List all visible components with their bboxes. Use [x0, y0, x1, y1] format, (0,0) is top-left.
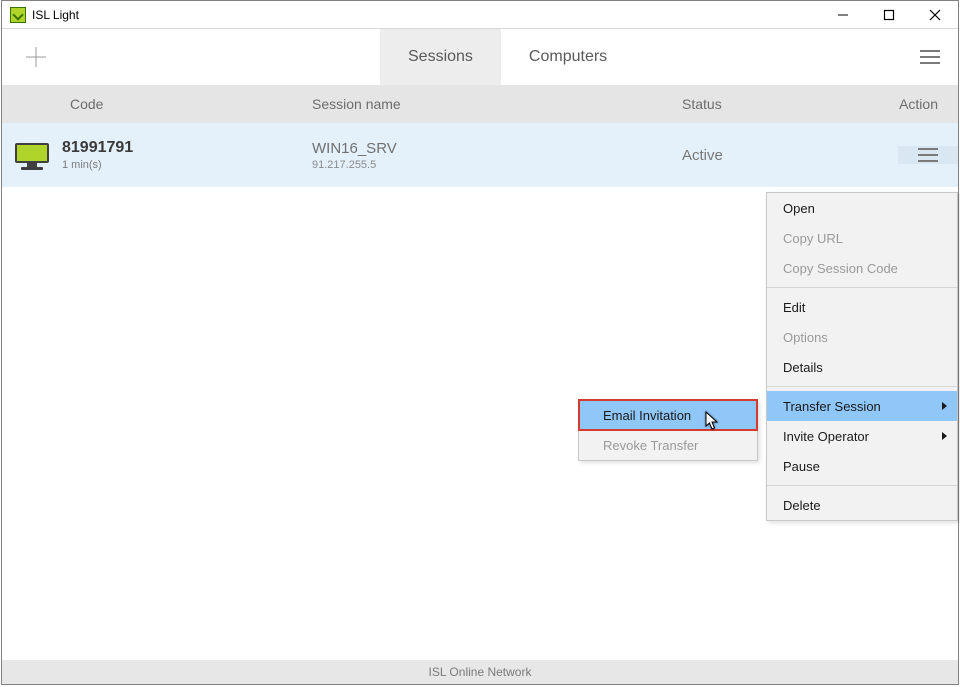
- ctx-separator: [767, 287, 957, 288]
- submenu-arrow-icon: [942, 402, 947, 410]
- hamburger-icon: [918, 48, 942, 66]
- ctx-label: Transfer Session: [783, 399, 881, 414]
- session-name-cell: WIN16_SRV 91.217.255.5: [312, 140, 682, 171]
- col-status: Status: [682, 96, 852, 112]
- session-action-button[interactable]: [898, 146, 958, 164]
- ctx-details[interactable]: Details: [767, 352, 957, 382]
- session-ip: 91.217.255.5: [312, 159, 682, 171]
- session-code: 81991791: [62, 139, 312, 157]
- tab-sessions[interactable]: Sessions: [380, 29, 501, 85]
- session-age: 1 min(s): [62, 159, 312, 171]
- minimize-icon: [837, 9, 849, 21]
- submenu-arrow-icon: [942, 432, 947, 440]
- session-context-menu: Open Copy URL Copy Session Code Edit Opt…: [766, 192, 958, 521]
- ctx-label: Copy URL: [783, 231, 843, 246]
- ctx-label: Delete: [783, 498, 821, 513]
- ctx-options[interactable]: Options: [767, 322, 957, 352]
- close-button[interactable]: [912, 1, 958, 29]
- ctx-copy-code[interactable]: Copy Session Code: [767, 253, 957, 283]
- main-tabs: Sessions Computers: [380, 29, 635, 85]
- hamburger-icon: [916, 146, 940, 164]
- session-status: Active: [682, 147, 852, 164]
- ctx-copy-url[interactable]: Copy URL: [767, 223, 957, 253]
- monitor-icon: [15, 143, 49, 167]
- session-row[interactable]: 81991791 1 min(s) WIN16_SRV 91.217.255.5…: [2, 123, 958, 187]
- titlebar: ISL Light: [2, 1, 958, 29]
- new-session-button[interactable]: [2, 29, 70, 85]
- app-window: ISL Light Sessions Computers: [1, 0, 959, 685]
- ctx-label: Copy Session Code: [783, 261, 898, 276]
- column-headers: Code Session name Status Action: [2, 85, 958, 123]
- session-action-cell: [852, 146, 958, 164]
- ctx-pause[interactable]: Pause: [767, 451, 957, 481]
- plus-icon: [24, 45, 48, 69]
- toolbar: Sessions Computers: [2, 29, 958, 85]
- session-icon-cell: [2, 143, 62, 167]
- ctx-label: Details: [783, 360, 823, 375]
- ctx-separator: [767, 386, 957, 387]
- col-name: Session name: [312, 96, 682, 112]
- ctx-separator: [767, 485, 957, 486]
- ctx-label: Pause: [783, 459, 820, 474]
- maximize-icon: [883, 9, 895, 21]
- status-text: ISL Online Network: [429, 665, 532, 679]
- ctx-open[interactable]: Open: [767, 193, 957, 223]
- app-icon: [10, 7, 26, 23]
- ctx-label: Revoke Transfer: [603, 438, 698, 453]
- ctx-label: Options: [783, 330, 828, 345]
- ctx-transfer-session[interactable]: Transfer Session: [767, 391, 957, 421]
- session-code-cell: 81991791 1 min(s): [62, 139, 312, 171]
- col-action: Action: [852, 96, 958, 112]
- tab-label: Sessions: [408, 48, 473, 66]
- tab-computers[interactable]: Computers: [501, 29, 635, 85]
- ctx-edit[interactable]: Edit: [767, 292, 957, 322]
- ctx-delete[interactable]: Delete: [767, 490, 957, 520]
- maximize-button[interactable]: [866, 1, 912, 29]
- tab-label: Computers: [529, 48, 607, 66]
- ctx-label: Email Invitation: [603, 408, 691, 423]
- session-name: WIN16_SRV: [312, 140, 682, 157]
- minimize-button[interactable]: [820, 1, 866, 29]
- main-menu-button[interactable]: [902, 29, 958, 85]
- ctx-label: Edit: [783, 300, 805, 315]
- close-icon: [929, 9, 941, 21]
- col-code: Code: [2, 96, 312, 112]
- sub-email-invitation[interactable]: Email Invitation: [579, 400, 757, 430]
- ctx-invite-operator[interactable]: Invite Operator: [767, 421, 957, 451]
- sub-revoke-transfer[interactable]: Revoke Transfer: [579, 430, 757, 460]
- window-title: ISL Light: [32, 8, 79, 22]
- status-bar: ISL Online Network: [2, 660, 958, 684]
- transfer-submenu: Email Invitation Revoke Transfer: [578, 399, 758, 461]
- ctx-label: Open: [783, 201, 815, 216]
- ctx-label: Invite Operator: [783, 429, 869, 444]
